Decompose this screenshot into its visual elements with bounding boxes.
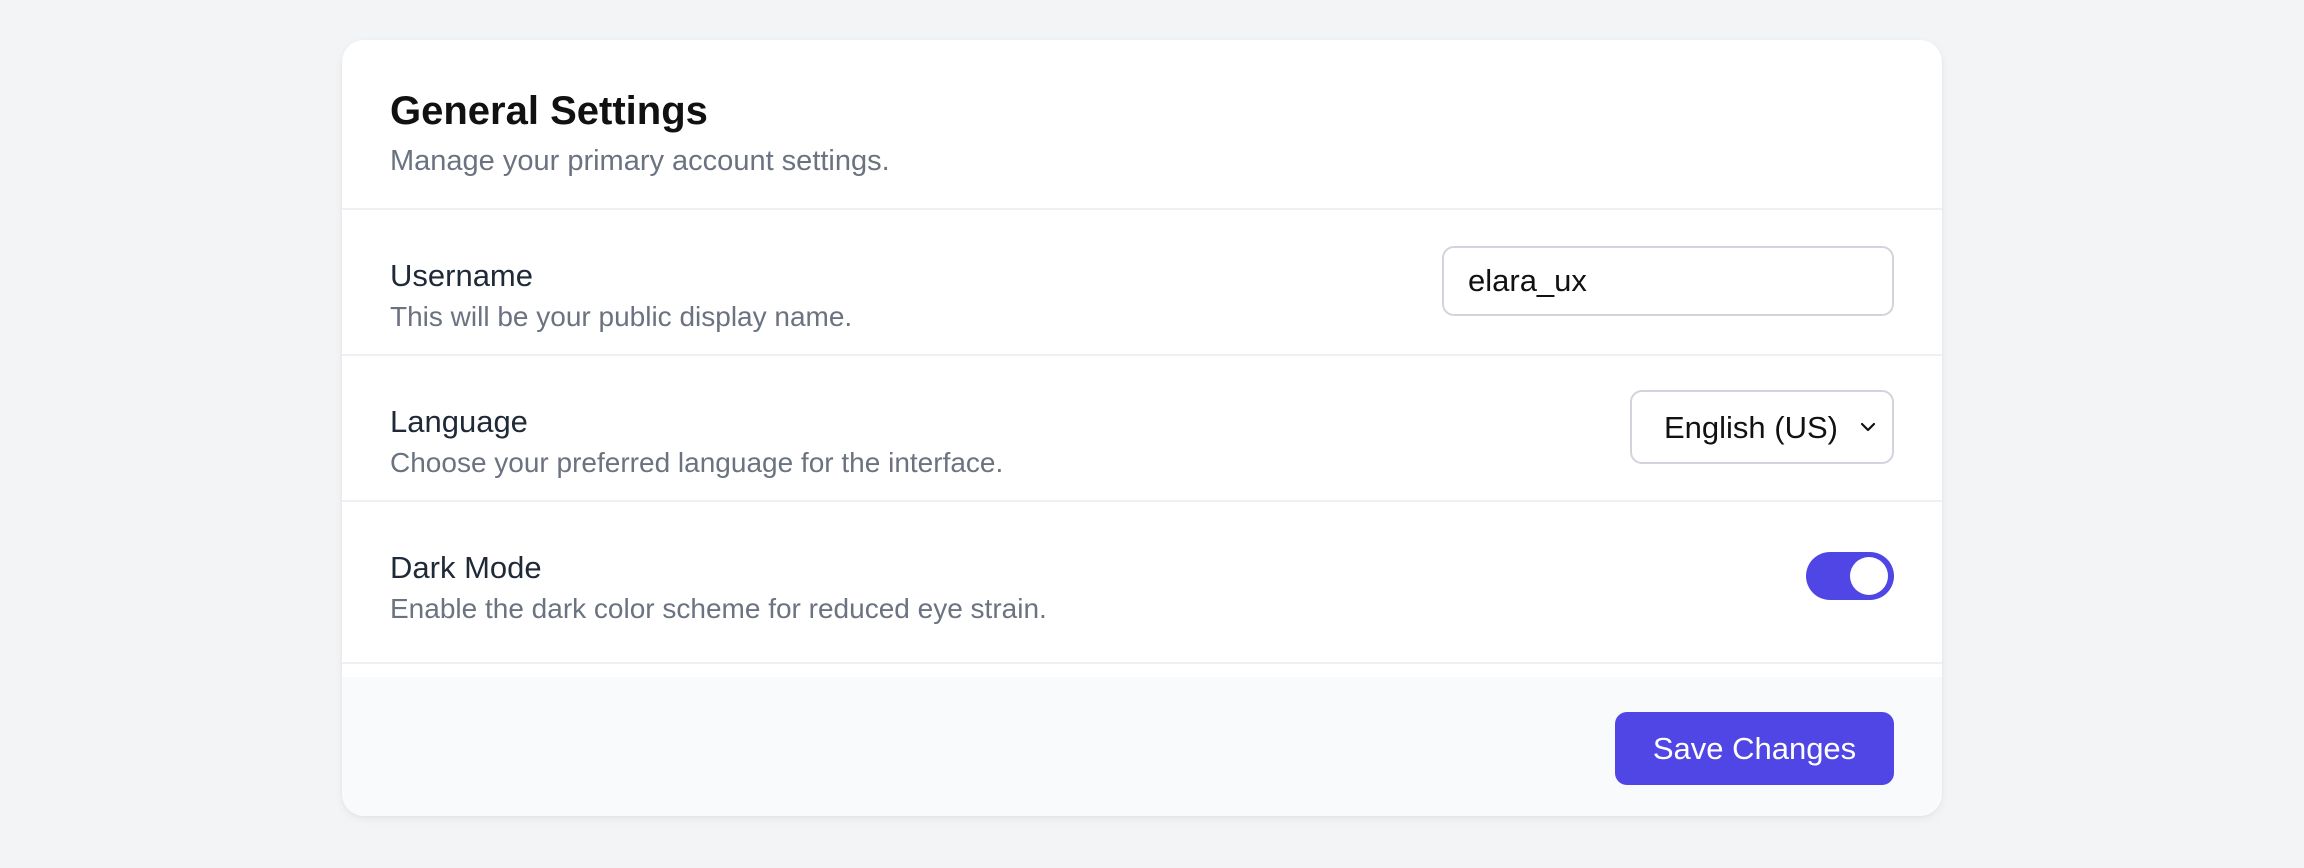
language-label: Language <box>390 404 528 439</box>
username-label: Username <box>390 258 533 293</box>
setting-row-language: Language Choose your preferred language … <box>342 356 1942 502</box>
language-description: Choose your preferred language for the i… <box>390 447 1004 478</box>
setting-row-username: Username This will be your public displa… <box>342 210 1942 356</box>
language-select[interactable]: English (US) <box>1630 390 1894 464</box>
dark-mode-description: Enable the dark color scheme for reduced… <box>390 593 1047 624</box>
chevron-down-icon <box>1860 422 1876 432</box>
card-footer: Save Changes <box>342 677 1942 816</box>
save-changes-button[interactable]: Save Changes <box>1615 712 1894 785</box>
page-title: General Settings <box>390 89 708 133</box>
dark-mode-label: Dark Mode <box>390 550 542 585</box>
card-header: General Settings Manage your primary acc… <box>342 40 1942 210</box>
dark-mode-toggle[interactable] <box>1806 552 1894 600</box>
username-description: This will be your public display name. <box>390 301 853 332</box>
page-subtitle: Manage your primary account settings. <box>390 145 890 177</box>
username-input[interactable] <box>1442 246 1894 316</box>
setting-row-dark-mode: Dark Mode Enable the dark color scheme f… <box>342 502 1942 664</box>
settings-card: General Settings Manage your primary acc… <box>342 40 1942 816</box>
toggle-knob <box>1850 557 1888 595</box>
language-select-value: English (US) <box>1664 410 1838 445</box>
